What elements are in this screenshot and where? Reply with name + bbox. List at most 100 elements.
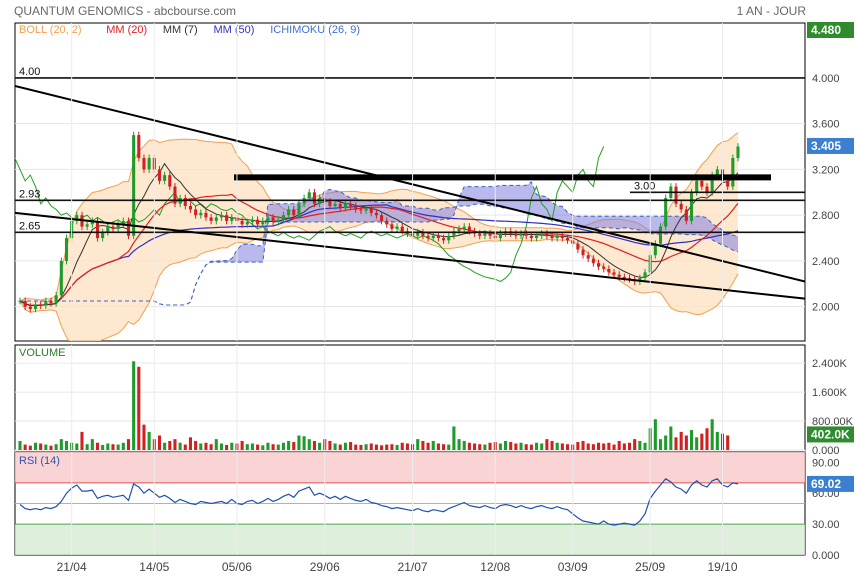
rsi-tick-label: 0.000 bbox=[812, 550, 840, 562]
candle-body bbox=[147, 157, 151, 170]
volume-bar bbox=[612, 444, 616, 450]
volume-bar bbox=[452, 426, 456, 450]
volume-bar bbox=[416, 439, 420, 450]
volume-bar bbox=[183, 444, 187, 450]
candle-body bbox=[126, 220, 131, 236]
volume-label: VOLUME bbox=[19, 347, 65, 359]
volume-bar bbox=[209, 444, 213, 450]
volume-bar bbox=[75, 443, 79, 450]
volume-bar bbox=[33, 442, 38, 450]
candle-body bbox=[28, 306, 32, 309]
volume-bar bbox=[591, 444, 595, 450]
volume-bar bbox=[343, 442, 347, 450]
candle-body bbox=[219, 215, 223, 218]
volume-bar bbox=[256, 444, 260, 450]
candle-body bbox=[199, 212, 203, 216]
x-tick-label: 03/09 bbox=[558, 560, 588, 574]
volume-bar bbox=[39, 443, 43, 450]
volume-bar bbox=[653, 419, 657, 450]
price-tick-label: 2.400 bbox=[812, 256, 840, 268]
volume-axis: 0.000 800.00K 1.600K 2.400K 402.0K bbox=[807, 358, 854, 457]
volume-bar bbox=[157, 435, 162, 450]
volume-bar bbox=[297, 435, 301, 450]
volume-bar bbox=[271, 444, 275, 450]
volume-bar bbox=[101, 444, 105, 450]
volume-bar bbox=[462, 440, 466, 450]
volume-bar bbox=[276, 444, 280, 450]
candle-body bbox=[726, 180, 730, 187]
candle-body bbox=[658, 226, 663, 244]
candle-body bbox=[498, 233, 502, 239]
stock-chart: QUANTUM GENOMICS - abcbourse.com 1 AN - … bbox=[14, 4, 854, 574]
candle-body bbox=[359, 209, 363, 211]
price-last-value: 3.405 bbox=[811, 139, 841, 153]
candle-body bbox=[292, 209, 296, 216]
rsi-last-value: 69.02 bbox=[811, 477, 841, 491]
rsi-axis: 0.00030.0060.0090.0069.02 bbox=[807, 457, 854, 562]
candle-body bbox=[338, 203, 342, 209]
volume-bar bbox=[59, 439, 63, 450]
legend: BOLL (20, 2) MM (20) MM (7) MM (50) ICHIMOKU… bbox=[19, 24, 360, 36]
volume-bar bbox=[225, 444, 229, 450]
candle-body bbox=[684, 209, 688, 221]
volume-bar bbox=[700, 433, 704, 450]
candle-body bbox=[194, 209, 198, 216]
volume-bar bbox=[478, 444, 482, 450]
candle-body bbox=[276, 219, 280, 223]
candle-body bbox=[385, 220, 389, 225]
volume-bar bbox=[281, 442, 285, 450]
volume-bar bbox=[312, 440, 316, 450]
x-tick-label: 12/08 bbox=[480, 560, 510, 574]
candle-body bbox=[679, 203, 683, 210]
volume-bar bbox=[333, 443, 337, 450]
candle-body bbox=[488, 233, 492, 236]
candle-body bbox=[49, 300, 53, 304]
level-label: 3.00 bbox=[634, 180, 655, 192]
candle-body bbox=[250, 219, 254, 223]
candle-body bbox=[95, 220, 100, 239]
candle-body bbox=[731, 157, 735, 187]
candle-body bbox=[85, 224, 89, 227]
candle-body bbox=[312, 192, 316, 204]
volume-bar bbox=[504, 440, 508, 450]
volume-bar bbox=[354, 444, 358, 450]
candle-body bbox=[354, 206, 358, 210]
candle-body bbox=[689, 192, 694, 221]
candle-body bbox=[715, 169, 719, 176]
candle-body bbox=[271, 217, 275, 223]
volume-bar bbox=[95, 442, 100, 450]
volume-bar bbox=[359, 444, 363, 450]
candle-body bbox=[540, 233, 544, 236]
volume-bar bbox=[49, 445, 53, 450]
candle-body bbox=[617, 274, 621, 277]
candle-body bbox=[23, 300, 27, 307]
candle-body bbox=[328, 201, 332, 207]
volume-bar bbox=[178, 442, 182, 450]
volume-bar bbox=[457, 439, 461, 450]
price-tick-label: 2.000 bbox=[812, 302, 840, 314]
volume-bar bbox=[364, 444, 368, 450]
candle-body bbox=[607, 268, 611, 273]
volume-bar bbox=[163, 442, 167, 450]
candle-body bbox=[596, 263, 601, 267]
candle-body bbox=[204, 212, 208, 218]
volume-bar bbox=[204, 442, 208, 450]
candle-body bbox=[168, 175, 172, 187]
top-value: 4.480 bbox=[811, 23, 841, 37]
volume-bar bbox=[447, 444, 451, 450]
volume-bar bbox=[524, 444, 528, 450]
candle-body bbox=[514, 233, 518, 236]
candle-body bbox=[436, 235, 440, 239]
volume-bar bbox=[240, 440, 244, 450]
candle-body bbox=[695, 180, 699, 193]
legend-item: ICHIMOKU (26, 9) bbox=[270, 24, 360, 36]
price-tick-label: 3.200 bbox=[812, 164, 840, 176]
volume-bar bbox=[173, 439, 177, 450]
volume-bar bbox=[132, 361, 136, 450]
volume-bar bbox=[230, 442, 234, 450]
volume-bar bbox=[473, 443, 477, 450]
rsi-tick-label: 90.00 bbox=[812, 457, 840, 469]
volume-bar bbox=[106, 443, 110, 450]
volume-bar bbox=[142, 424, 146, 450]
candle-body bbox=[209, 217, 213, 221]
